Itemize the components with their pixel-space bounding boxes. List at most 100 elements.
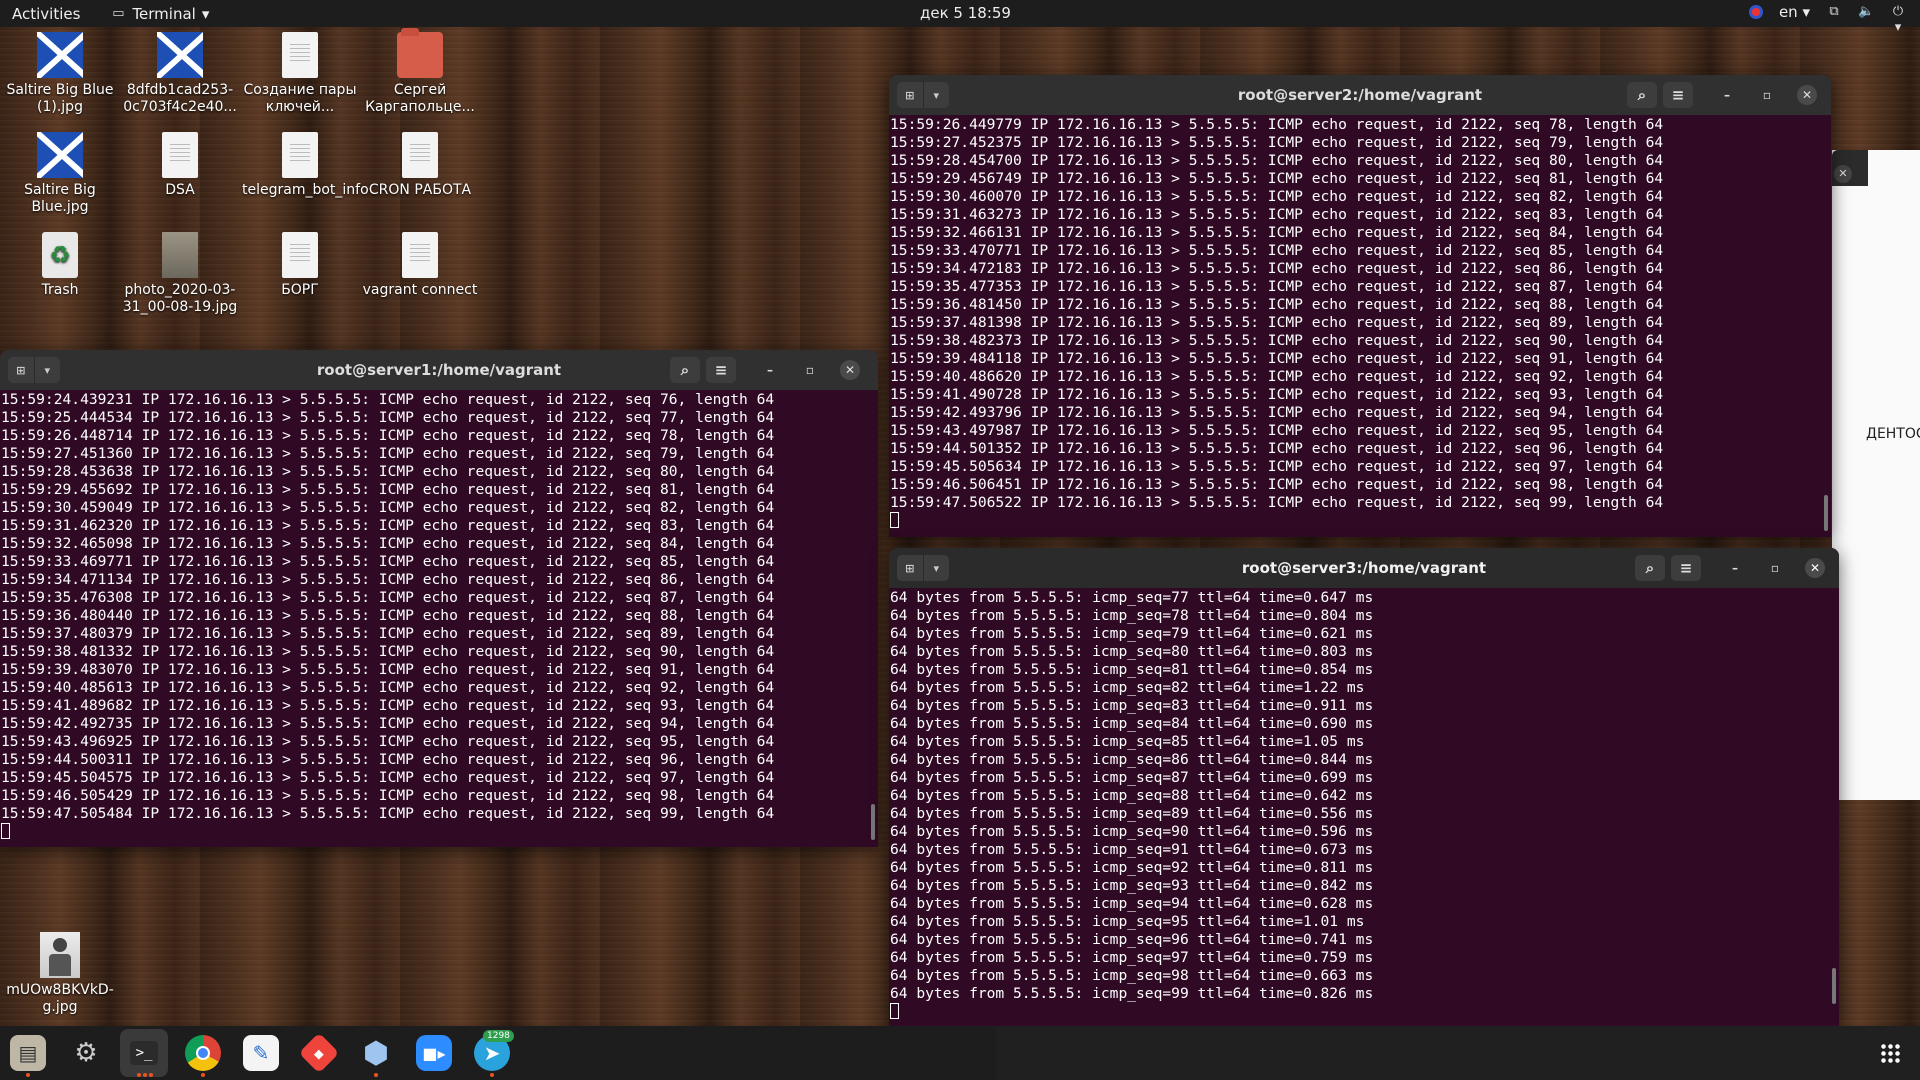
terminal-line: 64 bytes from 5.5.5.5: icmp_seq=84 ttl=6…: [890, 715, 1374, 732]
hamburger-icon: ≡: [714, 361, 728, 379]
terminal-icon[interactable]: >_: [120, 1029, 168, 1077]
terminal-line: 64 bytes from 5.5.5.5: icmp_seq=82 ttl=6…: [890, 679, 1365, 696]
desktop-icon[interactable]: DSA: [122, 132, 238, 199]
terminal-line: 15:59:46.505429 IP 172.16.16.13 > 5.5.5.…: [1, 787, 775, 804]
terminal-line: 64 bytes from 5.5.5.5: icmp_seq=96 ttl=6…: [890, 931, 1374, 948]
desktop-icon-label: Trash: [41, 282, 79, 298]
maximize-icon: ▫: [805, 363, 815, 377]
screen-recorder-icon[interactable]: [1748, 5, 1763, 19]
desktop-icon[interactable]: telegram_bot_info: [242, 132, 369, 199]
background-window[interactable]: [1832, 150, 1920, 800]
activities-button[interactable]: Activities: [12, 5, 80, 23]
app-menu[interactable]: ▭ Terminal ▾: [110, 5, 209, 23]
minimize-button[interactable]: –: [1725, 558, 1745, 578]
terminal-line: 15:59:31.462320 IP 172.16.16.13 > 5.5.5.…: [1, 517, 775, 534]
terminal-window-server2[interactable]: ⊞ ▾ root@server2:/home/vagrant ⌕ ≡ – ▫ ✕…: [889, 75, 1831, 537]
terminal-line: 15:59:30.460070 IP 172.16.16.13 > 5.5.5.…: [890, 188, 1664, 205]
terminal-line: 15:59:31.463273 IP 172.16.16.13 > 5.5.5.…: [890, 206, 1664, 223]
terminal-output[interactable]: 15:59:24.439231 IP 172.16.16.13 > 5.5.5.…: [0, 390, 878, 847]
terminal-window-server3[interactable]: ⊞ ▾ root@server3:/home/vagrant ⌕ ≡ – ▫ ✕…: [889, 548, 1839, 1026]
terminal-line: 64 bytes from 5.5.5.5: icmp_seq=93 ttl=6…: [890, 877, 1374, 894]
system-tray[interactable]: en ▾ ⧉ 🔈 ⏻ ▾: [1748, 3, 1906, 35]
terminal-line: 15:59:45.504575 IP 172.16.16.13 > 5.5.5.…: [1, 769, 775, 786]
scrollbar[interactable]: [871, 804, 875, 840]
terminal-line: 64 bytes from 5.5.5.5: icmp_seq=91 ttl=6…: [890, 841, 1374, 858]
minimize-button[interactable]: –: [1717, 85, 1737, 105]
language-indicator[interactable]: en ▾: [1779, 3, 1810, 21]
terminal-line: 15:59:25.444534 IP 172.16.16.13 > 5.5.5.…: [1, 409, 775, 426]
desktop-icon[interactable]: 8dfdb1cad253-0c703f4c2e40...: [122, 32, 238, 116]
desktop-icon[interactable]: Saltire Big Blue.jpg: [2, 132, 118, 216]
terminal-output[interactable]: 64 bytes from 5.5.5.5: icmp_seq=77 ttl=6…: [889, 588, 1839, 1026]
search-button[interactable]: ⌕: [1627, 82, 1657, 108]
scrollbar[interactable]: [1832, 968, 1836, 1004]
power-icon[interactable]: ⏻ ▾: [1890, 4, 1906, 35]
desktop-icon[interactable]: БОРГ: [242, 232, 358, 299]
desktop-icon[interactable]: Сергей Каргапольце...: [362, 28, 478, 116]
terminal-line: 15:59:36.481450 IP 172.16.16.13 > 5.5.5.…: [890, 296, 1664, 313]
show-apps-grid-icon[interactable]: [1880, 1043, 1900, 1063]
volume-icon[interactable]: 🔈: [1858, 4, 1874, 20]
document-icon: [282, 132, 318, 178]
terminal-line: 15:59:41.490728 IP 172.16.16.13 > 5.5.5.…: [890, 386, 1664, 403]
document-icon: [402, 132, 438, 178]
terminal-line: 15:59:29.456749 IP 172.16.16.13 > 5.5.5.…: [890, 170, 1664, 187]
menu-button[interactable]: ≡: [1671, 555, 1701, 581]
terminal-output[interactable]: 15:59:26.449779 IP 172.16.16.13 > 5.5.5.…: [889, 115, 1831, 537]
zoom-icon[interactable]: ■▸: [416, 1035, 452, 1071]
scrollbar[interactable]: [1824, 495, 1828, 531]
terminal-line: 15:59:47.505484 IP 172.16.16.13 > 5.5.5.…: [1, 805, 775, 822]
desktop-icon[interactable]: ♻ Trash: [2, 232, 118, 299]
minimize-button[interactable]: –: [760, 360, 780, 380]
terminal-window-server1[interactable]: ⊞ ▾ root@server1:/home/vagrant ⌕ ≡ – ▫ ✕…: [0, 350, 878, 847]
close-button[interactable]: ✕: [840, 360, 860, 380]
terminal-line: 15:59:27.451360 IP 172.16.16.13 > 5.5.5.…: [1, 445, 775, 462]
terminal-line: 15:59:32.465098 IP 172.16.16.13 > 5.5.5.…: [1, 535, 775, 552]
network-icon[interactable]: ⧉: [1826, 4, 1842, 20]
background-window-close-button[interactable]: ✕: [1834, 165, 1852, 183]
desktop-icon-label: БОРГ: [281, 282, 319, 298]
terminal-cursor: [890, 512, 899, 528]
terminal-titlebar[interactable]: ⊞ ▾ root@server1:/home/vagrant ⌕ ≡ – ▫ ✕: [0, 350, 878, 390]
terminal-line: 15:59:43.497987 IP 172.16.16.13 > 5.5.5.…: [890, 422, 1664, 439]
terminal-titlebar[interactable]: ⊞ ▾ root@server3:/home/vagrant ⌕ ≡ – ▫ ✕: [889, 548, 1839, 588]
menu-button[interactable]: ≡: [706, 357, 736, 383]
terminal-line: 15:59:30.459049 IP 172.16.16.13 > 5.5.5.…: [1, 499, 775, 516]
terminal-titlebar[interactable]: ⊞ ▾ root@server2:/home/vagrant ⌕ ≡ – ▫ ✕: [889, 75, 1831, 115]
menu-button[interactable]: ≡: [1663, 82, 1693, 108]
hamburger-icon: ≡: [1679, 559, 1693, 577]
search-button[interactable]: ⌕: [670, 357, 700, 383]
maximize-button[interactable]: ▫: [1757, 85, 1777, 105]
terminal-line: 15:59:39.484118 IP 172.16.16.13 > 5.5.5.…: [890, 350, 1664, 367]
telegram-badge: 1298: [483, 1030, 514, 1042]
desktop-icon[interactable]: vagrant connect: [362, 232, 478, 299]
close-button[interactable]: ✕: [1805, 558, 1825, 578]
virtualbox-icon[interactable]: ⬢: [358, 1035, 394, 1071]
text-editor-icon[interactable]: ✎: [243, 1035, 279, 1071]
search-button[interactable]: ⌕: [1635, 555, 1665, 581]
desktop-icon[interactable]: Создание пары ключей...: [242, 32, 358, 116]
files-icon[interactable]: ▤: [10, 1035, 46, 1071]
desktop-icon[interactable]: CRON РАБОТА: [362, 132, 478, 199]
terminal-app-icon: ▭: [112, 5, 125, 21]
clock[interactable]: дек 5 18:59: [920, 4, 1011, 22]
maximize-button[interactable]: ▫: [1765, 558, 1785, 578]
close-button[interactable]: ✕: [1797, 85, 1817, 105]
terminal-line: 64 bytes from 5.5.5.5: icmp_seq=78 ttl=6…: [890, 607, 1374, 624]
desktop-icon[interactable]: mUOw8BKVkD-g.jpg: [2, 932, 118, 1016]
search-icon: ⌕: [1637, 86, 1647, 104]
terminal-line: 64 bytes from 5.5.5.5: icmp_seq=98 ttl=6…: [890, 967, 1374, 984]
image-icon: [162, 232, 198, 278]
terminal-line: 64 bytes from 5.5.5.5: icmp_seq=81 ttl=6…: [890, 661, 1374, 678]
terminal-line: 15:59:24.439231 IP 172.16.16.13 > 5.5.5.…: [1, 391, 775, 408]
desktop-icon[interactable]: photo_2020-03-31_00-08-19.jpg: [122, 232, 238, 316]
desktop-icon-label: mUOw8BKVkD-g.jpg: [6, 982, 114, 1015]
settings-icon[interactable]: ⚙: [68, 1035, 104, 1071]
chrome-icon[interactable]: [185, 1035, 221, 1071]
desktop-icon[interactable]: Saltire Big Blue (1).jpg: [2, 32, 118, 116]
minimize-icon: –: [767, 363, 773, 377]
document-icon: [162, 132, 198, 178]
image-flag-icon: [157, 32, 203, 78]
terminal-line: 15:59:28.453638 IP 172.16.16.13 > 5.5.5.…: [1, 463, 775, 480]
maximize-button[interactable]: ▫: [800, 360, 820, 380]
